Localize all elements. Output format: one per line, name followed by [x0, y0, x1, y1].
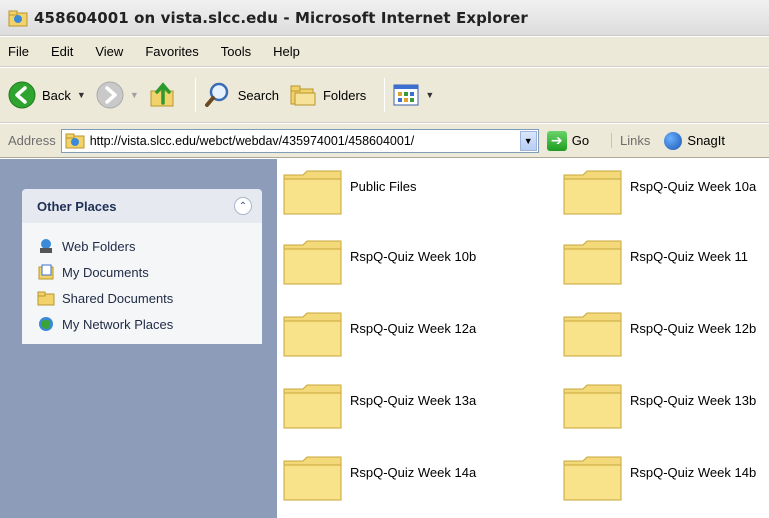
menu-bar: File Edit View Favorites Tools Help	[0, 37, 769, 67]
search-label: Search	[237, 87, 279, 103]
place-web-folders[interactable]: Web Folders	[37, 233, 262, 259]
folder-item[interactable]: Public Files	[283, 167, 416, 215]
web-folder-icon	[65, 133, 85, 149]
folder-window-icon	[8, 10, 28, 26]
folder-item[interactable]: RspQ-Quiz Week 11	[563, 237, 748, 285]
forward-arrow-icon	[96, 81, 124, 109]
place-label: Shared Documents	[62, 290, 174, 306]
folder-name: RspQ-Quiz Week 12a	[350, 321, 477, 336]
folder-icon	[283, 170, 342, 215]
folder-name: RspQ-Quiz Week 14b	[630, 465, 757, 480]
menu-tools[interactable]: Tools	[221, 44, 251, 59]
go-arrow-icon: ➔	[546, 130, 567, 151]
folder-item[interactable]: RspQ-Quiz Week 13a	[283, 381, 476, 429]
back-label: Back	[42, 87, 71, 103]
search-button[interactable]: Search	[204, 81, 279, 109]
place-label: Web Folders	[62, 238, 136, 254]
place-label: My Documents	[62, 264, 149, 280]
folder-icon	[283, 384, 342, 429]
toolbar: Back ▼ ▼ Search Folders ▼	[0, 68, 769, 123]
other-places-header[interactable]: Other Places ⌃	[22, 189, 262, 223]
collapse-chevron-icon[interactable]: ⌃	[234, 197, 252, 215]
task-pane: Other Places ⌃ Web Folders My Documents	[0, 159, 277, 518]
folder-icon	[283, 456, 342, 501]
folder-name: RspQ-Quiz Week 11	[630, 249, 749, 264]
views-dropdown-icon[interactable]: ▼	[425, 90, 434, 100]
menu-help[interactable]: Help	[273, 44, 300, 59]
folder-name: RspQ-Quiz Week 13a	[350, 393, 477, 408]
folder-name: RspQ-Quiz Week 10b	[350, 249, 477, 264]
folder-item[interactable]: RspQ-Quiz Week 14b	[563, 453, 756, 501]
back-button[interactable]: Back ▼	[8, 81, 86, 109]
my-documents-icon	[38, 264, 54, 280]
place-label: My Network Places	[62, 316, 174, 332]
folder-item[interactable]: RspQ-Quiz Week 12a	[283, 309, 476, 357]
folder-name: Public Files	[350, 179, 417, 194]
address-dropdown-icon[interactable]: ▼	[519, 130, 537, 151]
menu-favorites[interactable]: Favorites	[145, 44, 198, 59]
folder-name: RspQ-Quiz Week 12b	[630, 321, 757, 336]
address-label: Address	[8, 133, 56, 148]
folder-icon	[563, 384, 622, 429]
folder-item[interactable]: RspQ-Quiz Week 14a	[283, 453, 476, 501]
folder-icon	[283, 240, 342, 285]
toolbar-separator	[384, 78, 386, 112]
folders-icon	[290, 85, 316, 106]
folder-icon	[563, 312, 622, 357]
up-folder-button[interactable]	[149, 81, 177, 109]
folder-name: RspQ-Quiz Week 10a	[630, 179, 757, 194]
forward-dropdown-icon: ▼	[129, 90, 139, 100]
go-label: Go	[571, 133, 590, 148]
network-places-icon	[39, 317, 53, 331]
place-network-places[interactable]: My Network Places	[37, 311, 262, 337]
folder-icon	[563, 240, 622, 285]
up-folder-icon	[150, 82, 174, 107]
menu-view[interactable]: View	[95, 44, 123, 59]
folder-item[interactable]: RspQ-Quiz Week 12b	[563, 309, 756, 357]
folder-icon	[563, 456, 622, 501]
folder-icon	[563, 170, 622, 215]
snagit-label: SnagIt	[687, 133, 725, 148]
menu-file[interactable]: File	[8, 44, 29, 59]
links-label[interactable]: Links	[611, 133, 650, 148]
folders-button[interactable]: Folders	[289, 83, 366, 107]
back-dropdown-icon[interactable]: ▼	[77, 90, 86, 100]
address-url: http://vista.slcc.edu/webct/webdav/43597…	[89, 133, 415, 148]
folder-name: RspQ-Quiz Week 14a	[350, 465, 477, 480]
window-title: 458604001 on vista.slcc.edu - Microsoft …	[34, 8, 528, 27]
folder-item[interactable]: RspQ-Quiz Week 10b	[283, 237, 476, 285]
place-shared-documents[interactable]: Shared Documents	[37, 285, 262, 311]
snagit-link[interactable]: SnagIt	[664, 131, 725, 150]
snagit-icon	[664, 131, 683, 150]
views-button[interactable]: ▼	[393, 83, 434, 107]
folder-name: RspQ-Quiz Week 13b	[630, 393, 757, 408]
file-list: Public Files RspQ-Quiz Week 10a RspQ-Qui…	[277, 159, 769, 518]
folder-item[interactable]: RspQ-Quiz Week 13b	[563, 381, 756, 429]
search-icon	[204, 82, 228, 107]
other-places-panel: Other Places ⌃ Web Folders My Documents	[22, 189, 262, 344]
forward-button[interactable]: ▼	[96, 81, 139, 109]
shared-documents-icon	[37, 291, 55, 306]
toolbar-separator	[194, 78, 196, 112]
address-input[interactable]: http://vista.slcc.edu/webct/webdav/43597…	[60, 128, 539, 153]
title-bar: 458604001 on vista.slcc.edu - Microsoft …	[0, 0, 769, 36]
folder-item[interactable]: RspQ-Quiz Week 10a	[563, 167, 756, 215]
go-button[interactable]: ➔ Go	[546, 130, 590, 151]
other-places-title: Other Places	[37, 198, 117, 214]
web-folders-icon	[40, 239, 52, 253]
folder-icon	[283, 312, 342, 357]
place-my-documents[interactable]: My Documents	[37, 259, 262, 285]
views-icon	[393, 84, 419, 106]
menu-edit[interactable]: Edit	[51, 44, 73, 59]
address-bar: Address http://vista.slcc.edu/webct/webd…	[0, 124, 769, 158]
other-places-list: Web Folders My Documents Shared Document…	[22, 223, 262, 344]
folders-label: Folders	[322, 87, 367, 103]
back-arrow-icon	[8, 81, 36, 109]
